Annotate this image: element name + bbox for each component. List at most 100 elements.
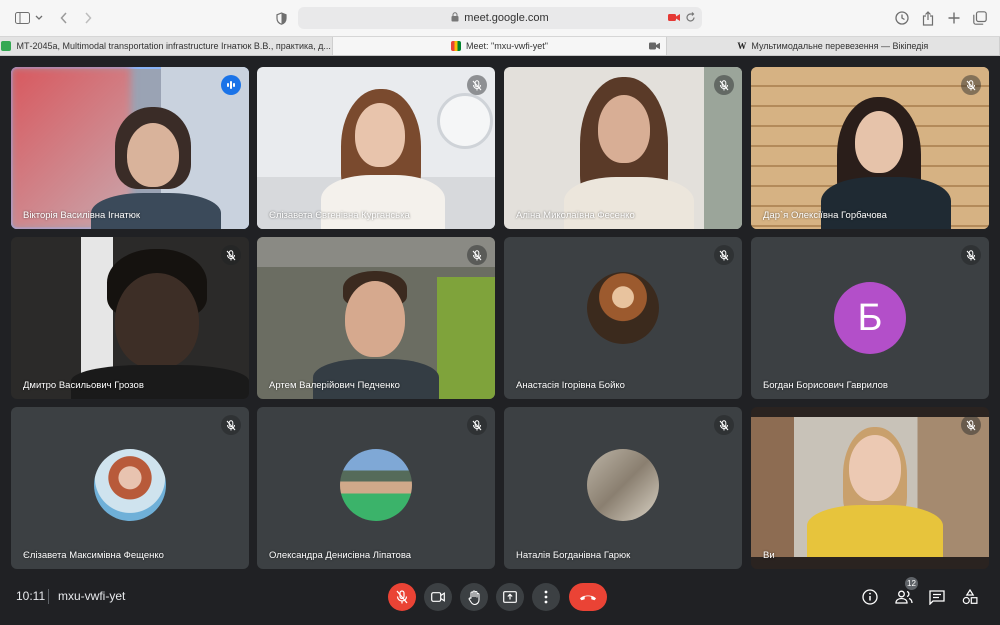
participant-name: Єлізавета Євгенівна Курганська <box>269 210 410 221</box>
tab-strip: МТ-2045а, Multimodal transportation infr… <box>0 36 1000 56</box>
mic-off-icon <box>961 75 981 95</box>
participant-tile[interactable]: Вікторія Василівна Ігнатюк <box>11 67 249 229</box>
speaking-indicator-icon <box>221 75 241 95</box>
person-head <box>115 273 199 369</box>
divider <box>48 589 49 604</box>
people-icon <box>895 590 913 604</box>
person-head <box>127 123 179 187</box>
present-screen-button[interactable] <box>496 583 524 611</box>
activities-icon <box>962 589 978 605</box>
activities-button[interactable] <box>960 587 980 607</box>
chat-icon <box>929 589 945 605</box>
tab-meet[interactable]: Meet: "mxu-vwfi-yet" <box>333 37 667 55</box>
person-body <box>313 359 439 399</box>
meeting-code: mxu-vwfi-yet <box>58 589 126 603</box>
mic-off-icon <box>714 75 734 95</box>
browser-toolbar: meet.google.com <box>0 0 1000 36</box>
mic-off-icon <box>221 415 241 435</box>
mic-off-icon <box>467 415 487 435</box>
chevron-down-icon[interactable] <box>34 8 44 28</box>
classroom-favicon-icon <box>1 41 12 51</box>
reload-icon[interactable] <box>685 12 696 26</box>
mic-off-icon <box>714 245 734 265</box>
tab-classroom[interactable]: МТ-2045а, Multimodal transportation infr… <box>0 37 334 55</box>
mic-off-icon <box>467 245 487 265</box>
participant-name: Аліна Миколаївна Фесенко <box>516 210 635 221</box>
participant-tile[interactable]: Єлізавета Максимівна Фещенко <box>11 407 249 569</box>
more-vert-icon <box>544 590 548 604</box>
participant-name: Наталія Богданівна Гарюк <box>516 550 631 561</box>
tab-title: Meet: "mxu-vwfi-yet" <box>466 41 548 51</box>
hand-icon <box>468 589 480 605</box>
tab-camera-icon <box>648 42 660 52</box>
person-head <box>355 103 405 167</box>
person-head <box>598 95 650 163</box>
history-icon[interactable] <box>894 8 910 28</box>
forward-icon[interactable] <box>82 8 94 28</box>
hang-up-icon <box>580 595 596 601</box>
meet-stage: Вікторія Василівна Ігнатюк Єлізавета Євг… <box>0 57 1000 625</box>
participant-avatar <box>587 448 659 521</box>
meeting-controls-bar: 10:11 mxu-vwfi-yet 12 <box>0 569 1000 625</box>
participant-tile[interactable]: Дмитро Васильович Грозов <box>11 237 249 399</box>
participant-tile[interactable]: Анастасія Ігорівна Бойко <box>504 237 742 399</box>
participant-name: Ви <box>763 550 775 561</box>
camera-active-icon[interactable] <box>668 13 680 25</box>
raise-hand-button[interactable] <box>460 583 488 611</box>
participant-tile[interactable]: Наталія Богданівна Гарюк <box>504 407 742 569</box>
privacy-shield-icon[interactable] <box>274 8 288 28</box>
wall-mirror <box>437 93 493 149</box>
participant-avatar <box>587 272 659 345</box>
toggle-camera-button[interactable] <box>424 583 452 611</box>
tab-overview-icon[interactable] <box>972 8 988 28</box>
person-head <box>855 111 903 173</box>
mic-off-icon <box>396 590 408 604</box>
participant-tile[interactable]: Б Богдан Борисович Гаврилов <box>751 237 989 399</box>
tab-title: Мультимодальне перевезення — Вікіпедія <box>751 41 929 51</box>
participant-tile[interactable]: Дар`я Олексіївна Горбачова <box>751 67 989 229</box>
participant-name: Вікторія Василівна Ігнатюк <box>23 210 141 221</box>
person-body <box>807 505 943 557</box>
meet-favicon-icon <box>451 41 462 51</box>
more-options-button[interactable] <box>532 583 560 611</box>
person-body <box>821 177 951 229</box>
leave-call-button[interactable] <box>569 583 607 611</box>
address-bar[interactable]: meet.google.com <box>298 7 702 29</box>
person-head <box>849 435 901 501</box>
toggle-mic-button[interactable] <box>388 583 416 611</box>
tab-title: МТ-2045а, Multimodal transportation infr… <box>16 41 331 51</box>
participant-tile[interactable]: Аліна Миколаївна Фесенко <box>504 67 742 229</box>
back-icon[interactable] <box>58 8 70 28</box>
video-bottom-bar <box>751 557 989 569</box>
participant-tile[interactable]: Єлізавета Євгенівна Курганська <box>257 67 495 229</box>
chat-button[interactable] <box>927 587 947 607</box>
url-text: meet.google.com <box>464 12 549 24</box>
meeting-time: 10:11 <box>16 589 46 603</box>
person-head <box>345 281 405 357</box>
new-tab-icon[interactable] <box>946 8 962 28</box>
mic-off-icon <box>714 415 734 435</box>
participant-tile[interactable]: Ви <box>751 407 989 569</box>
meeting-details-button[interactable] <box>860 587 880 607</box>
green-wall <box>437 277 495 399</box>
participant-name: Олександра Денисівна Ліпатова <box>269 550 412 561</box>
participant-avatar: Б <box>834 282 906 354</box>
share-icon[interactable] <box>920 8 936 28</box>
tab-wikipedia[interactable]: W Мультимодальне перевезення — Вікіпедія <box>667 37 1000 55</box>
mic-off-icon <box>961 245 981 265</box>
present-icon <box>503 591 517 603</box>
participant-avatar <box>340 448 412 521</box>
participant-name: Анастасія Ігорівна Бойко <box>516 380 625 391</box>
sidebar-toggle-icon[interactable] <box>14 8 30 28</box>
participant-tile[interactable]: Артем Валерійович Педченко <box>257 237 495 399</box>
camera-icon <box>431 592 445 602</box>
participant-tile[interactable]: Олександра Денисівна Ліпатова <box>257 407 495 569</box>
mic-off-icon <box>467 75 487 95</box>
participant-name: Єлізавета Максимівна Фещенко <box>23 550 164 561</box>
wikipedia-favicon-icon: W <box>737 41 747 51</box>
participant-name: Артем Валерійович Педченко <box>269 380 400 391</box>
participant-count-badge: 12 <box>905 577 918 590</box>
participant-name: Дмитро Васильович Грозов <box>23 380 144 391</box>
people-button[interactable] <box>894 587 914 607</box>
participant-name: Богдан Борисович Гаврилов <box>763 380 888 391</box>
